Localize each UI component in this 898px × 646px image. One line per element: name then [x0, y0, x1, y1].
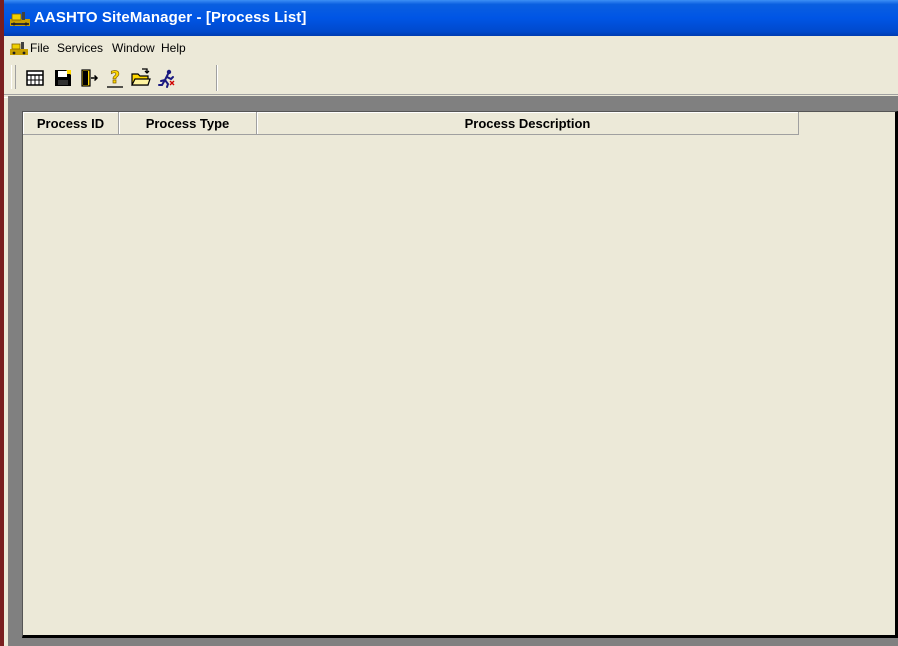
save-button[interactable] [52, 67, 74, 89]
application-window: AASHTO SiteManager - [Process List] File… [0, 0, 898, 646]
list-grid-icon [26, 70, 44, 86]
window-title: AASHTO SiteManager - [Process List] [34, 9, 307, 26]
process-list-header: Process ID Process Type Process Descript… [23, 112, 799, 136]
menu-bar: File Services Window Help [4, 36, 898, 60]
exit-door-icon [81, 69, 99, 87]
save-disk-icon [55, 70, 71, 86]
column-header-process-type[interactable]: Process Type [119, 112, 257, 135]
menu-help[interactable]: Help [161, 41, 186, 55]
svg-text:?: ? [110, 68, 120, 88]
menu-services[interactable]: Services [57, 41, 103, 55]
title-bar[interactable]: AASHTO SiteManager - [Process List] [4, 0, 898, 36]
column-header-process-id[interactable]: Process ID [23, 112, 119, 135]
toolbar-grip[interactable] [11, 65, 16, 89]
column-header-process-description[interactable]: Process Description [257, 112, 799, 135]
open-folder-icon [131, 68, 151, 86]
toolbar-separator [216, 65, 218, 91]
run-process-icon [158, 69, 175, 88]
exit-button[interactable] [78, 67, 100, 89]
sitemanager-app-icon [10, 12, 30, 26]
menu-window[interactable]: Window [112, 41, 155, 55]
list-grid-button[interactable] [24, 67, 46, 89]
mdi-client-area: Process ID Process Type Process Descript… [8, 96, 898, 646]
toolbar: ? [4, 62, 898, 94]
help-button[interactable]: ? [104, 67, 126, 89]
run-process-button[interactable] [156, 67, 178, 89]
menu-file[interactable]: File [30, 41, 49, 55]
process-list-window: Process ID Process Type Process Descript… [22, 111, 898, 638]
help-question-icon: ? [107, 68, 123, 88]
open-button[interactable] [130, 67, 152, 89]
sitemanager-menu-icon[interactable] [10, 41, 28, 55]
process-list-body[interactable] [23, 137, 895, 635]
